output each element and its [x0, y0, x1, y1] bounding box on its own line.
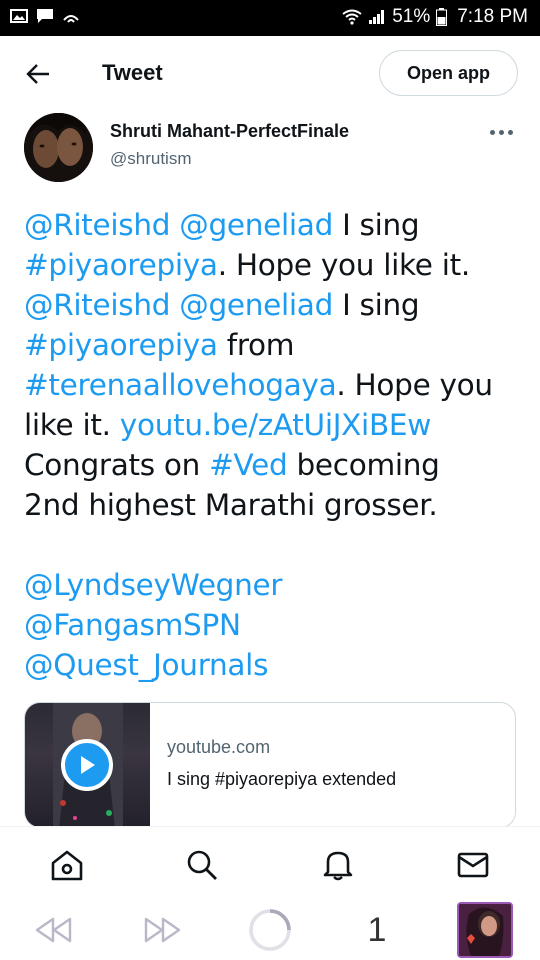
wifi-call-icon	[63, 15, 79, 23]
open-app-button[interactable]: Open app	[379, 50, 518, 96]
link-preview-card[interactable]: youtube.com I sing #piyaorepiya extended	[24, 702, 516, 828]
avatar-image	[24, 113, 93, 182]
status-bar: 51% 7:18 PM	[0, 0, 540, 36]
mention-link[interactable]: @geneliad	[179, 288, 333, 322]
tab-messages[interactable]	[455, 847, 491, 883]
tweet-text-segment: I sing	[333, 208, 420, 242]
tweet-text: @Riteishd @geneliad I sing #piyaorepiya. …	[24, 205, 524, 685]
loading-spinner-icon	[249, 909, 291, 951]
page-title: Tweet	[102, 60, 163, 85]
browser-back-button[interactable]	[34, 910, 74, 950]
tweet-text-segment: . Hope you	[336, 368, 493, 402]
tweet-text-segment	[170, 208, 179, 242]
home-icon	[51, 850, 83, 881]
tweet-line: 2nd highest Marathi grosser.	[24, 485, 524, 525]
tweet-text-segment: . Hope you like it.	[217, 248, 471, 282]
tweet-line: @FangasmSPN	[24, 605, 524, 645]
battery-icon	[436, 8, 448, 26]
hashtag-link[interactable]: #piyaorepiya	[24, 248, 218, 282]
wifi-icon	[342, 9, 362, 25]
browser-reload-button[interactable]	[247, 909, 293, 951]
mention-link[interactable]: @geneliad	[179, 208, 333, 242]
tweet-text-segment: like it.	[24, 408, 120, 442]
tweet-line: Congrats on #Ved becoming	[24, 445, 524, 485]
browser-forward-button[interactable]	[142, 910, 182, 950]
hashtag-link[interactable]: #piyaorepiya	[24, 328, 218, 362]
messages-icon	[457, 852, 489, 878]
browser-nav-bar: 1	[0, 898, 540, 960]
tweet-line: #terenaallovehogaya. Hope you	[24, 365, 524, 405]
card-title: I sing #piyaorepiya extended	[167, 769, 397, 789]
tweet-line: @Riteishd @geneliad I sing	[24, 205, 524, 245]
play-icon	[61, 739, 113, 791]
tweet-line	[24, 525, 524, 565]
message-icon	[37, 9, 53, 23]
bottom-tab-bar	[0, 826, 540, 898]
hashtag-link[interactable]: #terenaallovehogaya	[24, 368, 337, 402]
back-arrow-icon	[26, 64, 49, 84]
back-button[interactable]	[22, 58, 54, 90]
avatar[interactable]	[24, 113, 93, 182]
rewind-icon	[35, 917, 72, 943]
tweet-author: Shruti Mahant-PerfectFinale @shrutism	[24, 113, 518, 185]
tweet-line: @Riteishd @geneliad I sing	[24, 285, 524, 325]
mention-link[interactable]: @LyndseyWegner	[24, 568, 282, 602]
fast-forward-icon	[144, 917, 181, 943]
tweet-line: @LyndseyWegner	[24, 565, 524, 605]
mention-link[interactable]: @Riteishd	[24, 208, 171, 242]
tweet-line: #piyaorepiya from	[24, 325, 524, 365]
tab-notifications[interactable]	[320, 847, 356, 883]
card-domain: youtube.com	[167, 737, 271, 757]
battery-percent: 51%	[392, 6, 431, 27]
author-handle[interactable]: @shrutism	[110, 149, 192, 169]
tab-home[interactable]	[49, 847, 85, 883]
tweet-text-segment: I sing	[333, 288, 420, 322]
tweet-header: Tweet Open app	[0, 36, 540, 110]
url-link[interactable]: youtu.be/zAtUiJXiBEw	[120, 408, 432, 442]
tweet-text-segment: from	[217, 328, 295, 362]
tweet-text-segment: Congrats on	[24, 448, 210, 482]
image-icon	[10, 9, 28, 23]
mention-link[interactable]: @Riteishd	[24, 288, 171, 322]
tweet-text-segment	[170, 288, 179, 322]
profile-button[interactable]	[456, 902, 514, 958]
mention-link[interactable]: @Quest_Journals	[24, 648, 268, 682]
tweet-line: #piyaorepiya. Hope you like it.	[24, 245, 524, 285]
tweet-line: like it. youtu.be/zAtUiJXiBEw	[24, 405, 524, 445]
author-name[interactable]: Shruti Mahant-PerfectFinale	[110, 121, 349, 142]
video-thumbnail	[25, 703, 150, 827]
more-options-button[interactable]	[490, 125, 516, 139]
mention-link[interactable]: @FangasmSPN	[24, 608, 241, 642]
tweet-text-segment: becoming	[287, 448, 440, 482]
tabs-button[interactable]: 1	[360, 910, 394, 950]
tabs-count: 1	[367, 910, 387, 949]
signal-icon	[369, 10, 385, 24]
tab-search[interactable]	[184, 847, 220, 883]
more-dots-icon	[490, 129, 495, 135]
hashtag-link[interactable]: #Ved	[209, 448, 288, 482]
tweet-line: @Quest_Journals	[24, 645, 524, 685]
profile-thumbnail	[457, 902, 513, 958]
clock: 7:18 PM	[457, 6, 528, 27]
notifications-icon	[323, 851, 353, 881]
tweet-text-segment: 2nd highest Marathi grosser.	[24, 488, 438, 522]
search-icon	[187, 850, 217, 880]
